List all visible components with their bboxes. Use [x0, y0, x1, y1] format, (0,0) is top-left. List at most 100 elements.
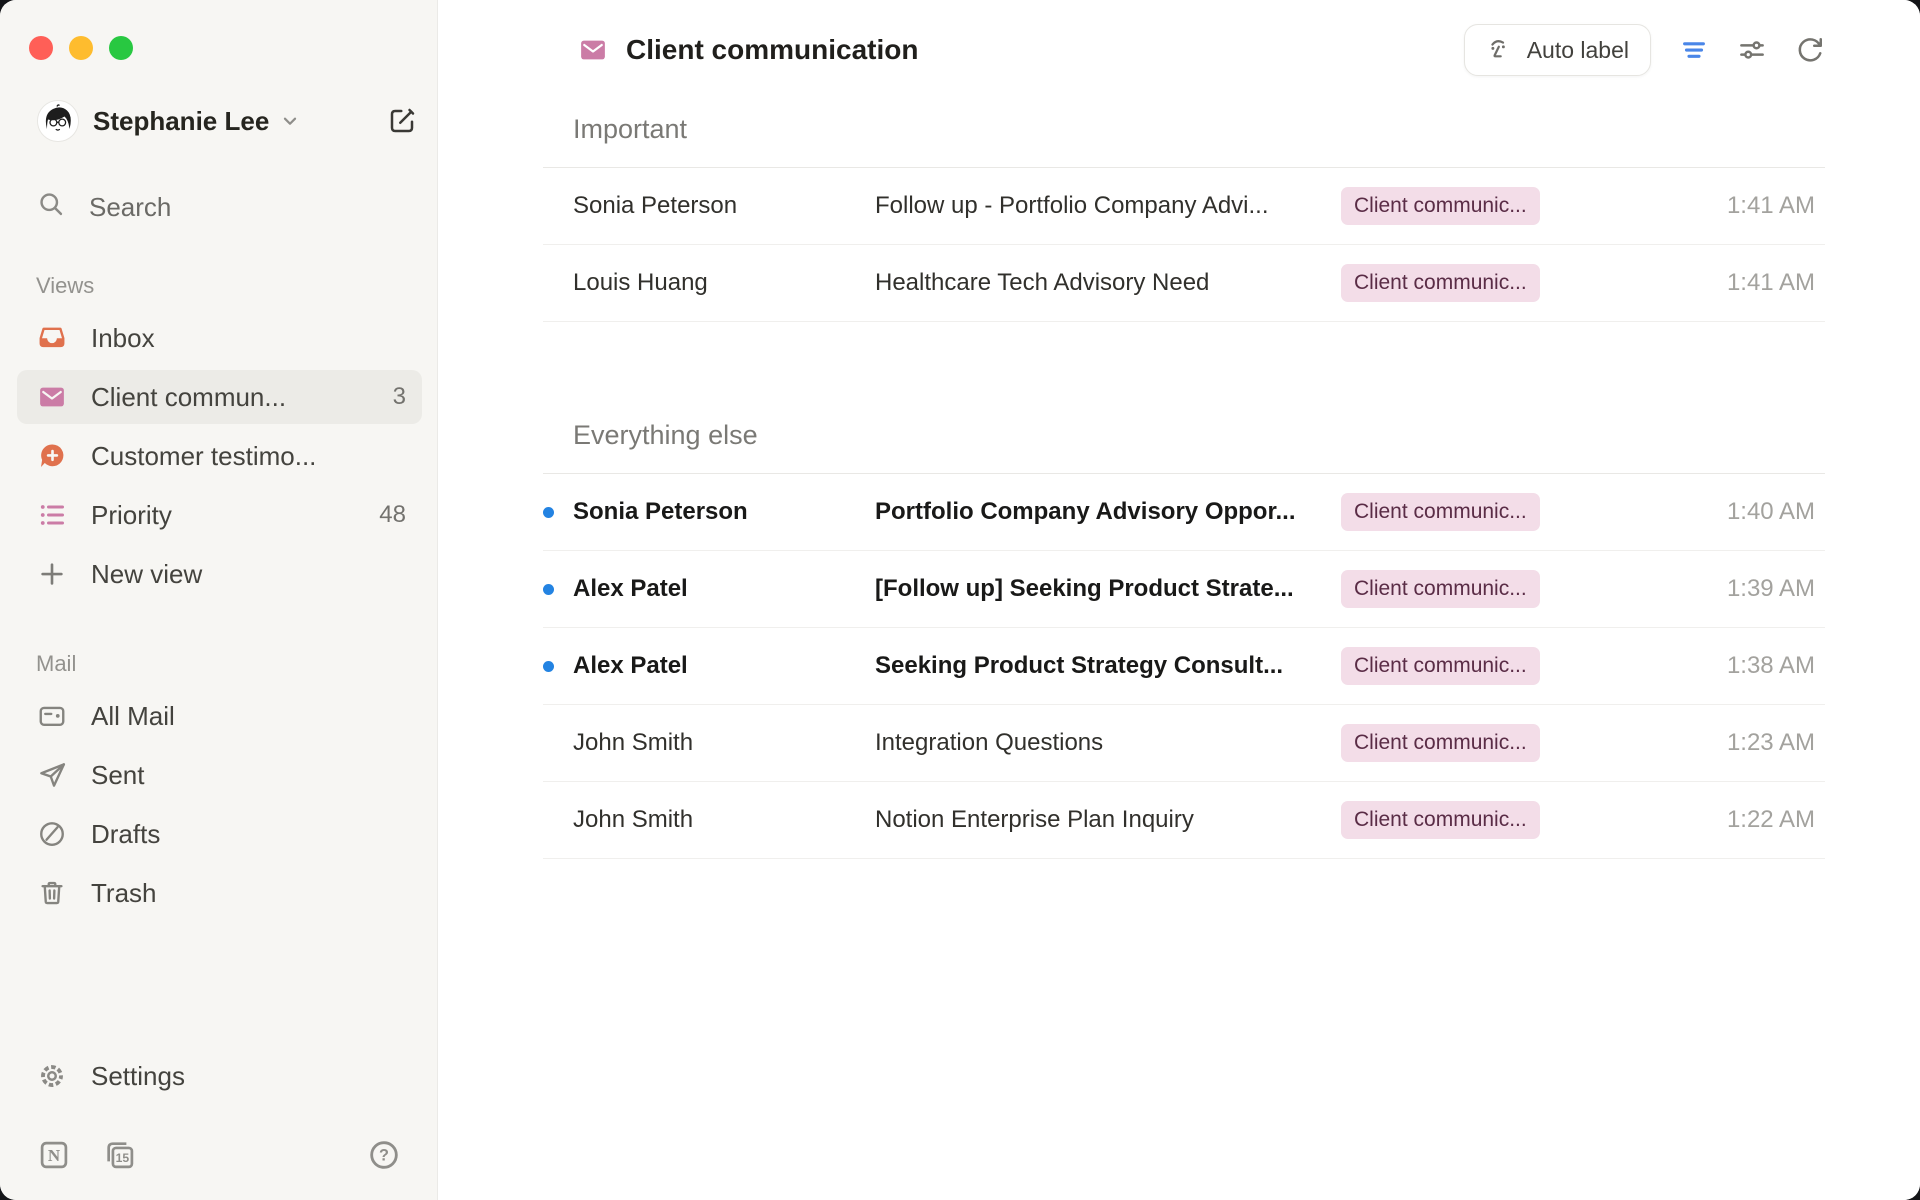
email-sender: John Smith — [573, 806, 875, 834]
sidebar-item-new-view[interactable]: New view — [17, 547, 422, 601]
send-icon — [37, 760, 67, 790]
sidebar-item-label: Trash — [91, 878, 406, 909]
main-header: Client communication Auto label — [543, 0, 1825, 100]
sidebar-item-sent[interactable]: Sent — [17, 748, 422, 802]
unread-indicator-column — [543, 661, 573, 672]
unread-dot-icon — [543, 661, 554, 672]
sidebar-item-label: Customer testimo... — [91, 441, 406, 472]
sidebar-bottom: Settings N 15 ? — [0, 1044, 437, 1200]
email-subject: Seeking Product Strategy Consult... — [875, 652, 1341, 680]
sidebar-item-priority[interactable]: Priority48 — [17, 488, 422, 542]
compose-icon[interactable] — [387, 106, 417, 136]
email-sender: Alex Patel — [573, 652, 875, 680]
sidebar-item-inbox[interactable]: Inbox — [17, 311, 422, 365]
sidebar-item-client-commun[interactable]: Client commun...3 — [17, 370, 422, 424]
notion-calendar-icon[interactable]: 15 — [103, 1138, 137, 1172]
mail-section: ImportantSonia PetersonFollow up - Portf… — [543, 100, 1825, 322]
sidebar-item-label: Client commun... — [91, 382, 393, 413]
sidebar-section: Views Inbox Client commun...3 Customer t… — [0, 273, 437, 601]
mail-section-title: Everything else — [543, 406, 1825, 474]
sidebar: Stephanie Lee Search Views Inbox Client … — [0, 0, 438, 1200]
envelope-icon — [578, 35, 608, 65]
email-label-badge[interactable]: Client communic... — [1341, 264, 1540, 302]
email-row[interactable]: Alex PatelSeeking Product Strategy Consu… — [543, 628, 1825, 705]
help-icon[interactable]: ? — [367, 1138, 401, 1172]
email-row[interactable]: Alex Patel[Follow up] Seeking Product St… — [543, 551, 1825, 628]
email-label-badge[interactable]: Client communic... — [1341, 801, 1540, 839]
email-row[interactable]: Sonia PetersonFollow up - Portfolio Comp… — [543, 168, 1825, 245]
sidebar-item-label: New view — [91, 559, 406, 590]
minimize-button[interactable] — [69, 36, 93, 60]
auto-label-button-label: Auto label — [1527, 37, 1629, 64]
email-list: ImportantSonia PetersonFollow up - Portf… — [543, 100, 1825, 1200]
unread-indicator-column — [543, 584, 573, 595]
email-time: 1:39 AM — [1611, 575, 1825, 603]
email-subject: Portfolio Company Advisory Oppor... — [875, 498, 1341, 526]
search-label: Search — [89, 192, 171, 223]
plus-icon — [37, 559, 67, 589]
email-label-column: Client communic... — [1341, 570, 1611, 608]
email-row[interactable]: Louis HuangHealthcare Tech Advisory Need… — [543, 245, 1825, 322]
priority-list-icon — [37, 500, 67, 530]
zoom-button[interactable] — [109, 36, 133, 60]
envelope-icon — [37, 382, 67, 412]
auto-label-button[interactable]: Auto label — [1464, 24, 1651, 76]
svg-text:15: 15 — [116, 1151, 130, 1165]
email-subject: Notion Enterprise Plan Inquiry — [875, 806, 1341, 834]
email-label-column: Client communic... — [1341, 801, 1611, 839]
email-label-badge[interactable]: Client communic... — [1341, 187, 1540, 225]
email-label-badge[interactable]: Client communic... — [1341, 724, 1540, 762]
sidebar-item-count: 3 — [393, 383, 406, 411]
sidebar-item-trash[interactable]: Trash — [17, 866, 422, 920]
sidebar-item-label: Drafts — [91, 819, 406, 850]
close-button[interactable] — [29, 36, 53, 60]
sidebar-item-count: 48 — [379, 501, 406, 529]
display-settings-icon[interactable] — [1737, 35, 1767, 65]
filter-icon[interactable] — [1679, 35, 1709, 65]
email-sender: Sonia Peterson — [573, 498, 875, 526]
email-label-badge[interactable]: Client communic... — [1341, 570, 1540, 608]
window-controls — [0, 0, 437, 60]
email-label-column: Client communic... — [1341, 264, 1611, 302]
all-mail-icon — [37, 701, 67, 731]
email-label-column: Client communic... — [1341, 493, 1611, 531]
sidebar-item-all-mail[interactable]: All Mail — [17, 689, 422, 743]
sidebar-item-label: All Mail — [91, 701, 406, 732]
app-window: Stephanie Lee Search Views Inbox Client … — [0, 0, 1920, 1200]
email-subject: Follow up - Portfolio Company Advi... — [875, 192, 1341, 220]
sidebar-section: Mail All Mail Sent Drafts Trash — [0, 651, 437, 920]
sidebar-item-customer-testimo[interactable]: Customer testimo... — [17, 429, 422, 483]
chevron-down-icon — [279, 110, 301, 132]
email-sender: Sonia Peterson — [573, 192, 875, 220]
email-row[interactable]: Sonia PetersonPortfolio Company Advisory… — [543, 474, 1825, 551]
email-row[interactable]: John SmithIntegration QuestionsClient co… — [543, 705, 1825, 782]
account-switcher[interactable]: Stephanie Lee — [17, 100, 417, 142]
svg-text:?: ? — [379, 1147, 389, 1165]
refresh-icon[interactable] — [1795, 35, 1825, 65]
chat-plus-icon — [37, 441, 67, 471]
notion-logo-icon[interactable]: N — [37, 1138, 71, 1172]
email-time: 1:41 AM — [1611, 269, 1825, 297]
email-time: 1:38 AM — [1611, 652, 1825, 680]
email-time: 1:40 AM — [1611, 498, 1825, 526]
sidebar-item-drafts[interactable]: Drafts — [17, 807, 422, 861]
sidebar-item-label: Settings — [91, 1061, 406, 1092]
sidebar-item-label: Inbox — [91, 323, 406, 354]
svg-text:N: N — [48, 1146, 61, 1165]
search-input[interactable]: Search — [17, 190, 420, 225]
ai-face-icon — [1486, 36, 1514, 64]
avatar — [37, 100, 79, 142]
email-label-column: Client communic... — [1341, 647, 1611, 685]
email-sender: Alex Patel — [573, 575, 875, 603]
email-row[interactable]: John SmithNotion Enterprise Plan Inquiry… — [543, 782, 1825, 859]
sidebar-item-settings[interactable]: Settings — [17, 1049, 422, 1103]
email-time: 1:23 AM — [1611, 729, 1825, 757]
drafts-icon — [37, 819, 67, 849]
email-label-column: Client communic... — [1341, 724, 1611, 762]
email-label-badge[interactable]: Client communic... — [1341, 493, 1540, 531]
sidebar-section-label: Views — [36, 273, 437, 299]
sidebar-section-label: Mail — [36, 651, 437, 677]
email-label-badge[interactable]: Client communic... — [1341, 647, 1540, 685]
sidebar-item-label: Priority — [91, 500, 379, 531]
page-title: Client communication — [626, 34, 918, 66]
